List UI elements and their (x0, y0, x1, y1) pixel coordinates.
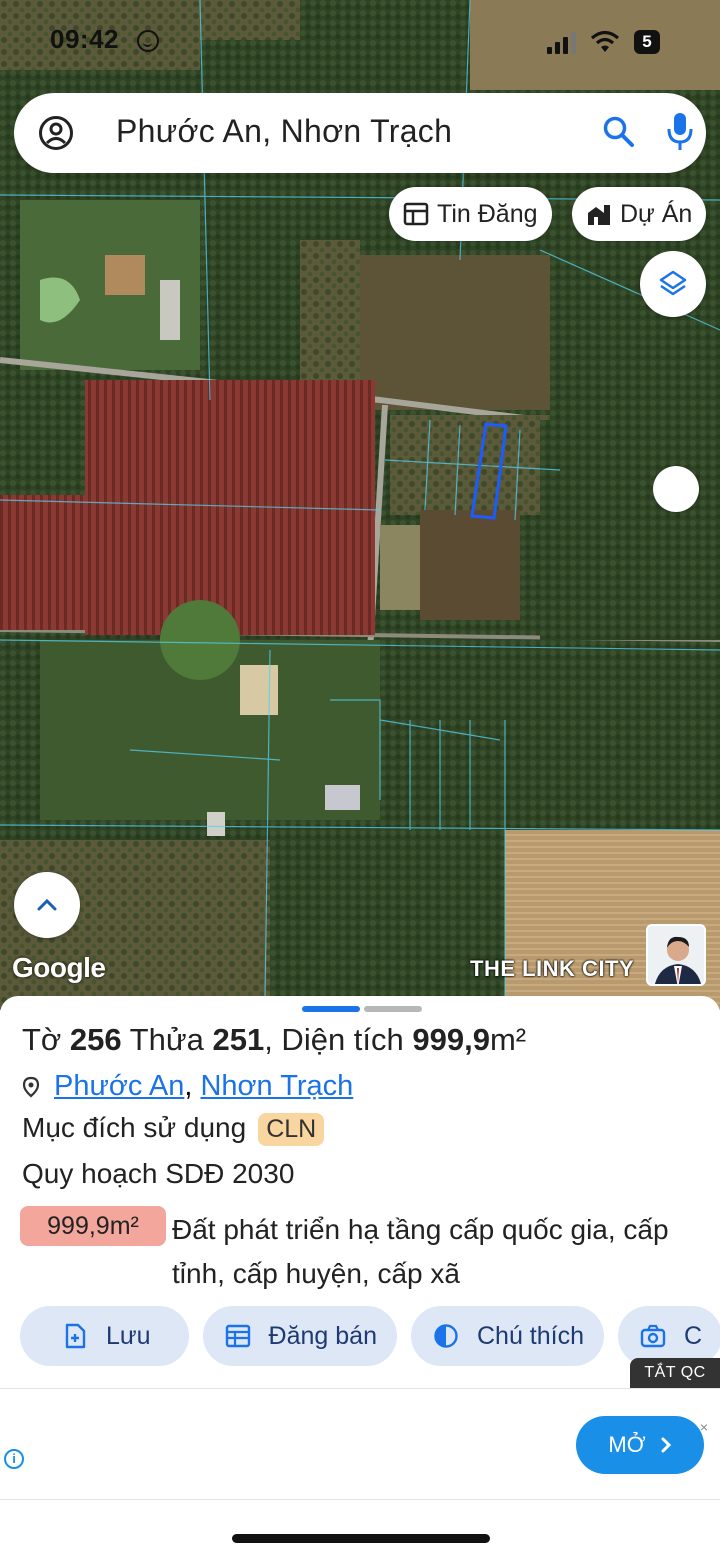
planning-label: Quy hoạch SDĐ 2030 (22, 1158, 295, 1189)
buildings-icon (588, 205, 610, 225)
search-query[interactable]: Phước An, Nhơn Trạch (116, 113, 452, 150)
page-indicator-active (302, 1006, 360, 1012)
area-unit: m² (489, 1022, 527, 1057)
google-attribution: Google (12, 952, 106, 983)
camera-icon (640, 1324, 666, 1348)
contrast-icon (434, 1324, 458, 1348)
mic-icon[interactable] (666, 111, 694, 153)
listings-chip-label: Tin Đăng (437, 199, 538, 228)
ad-info-icon[interactable]: i (4, 1449, 24, 1469)
map-toggle-button[interactable] (653, 466, 699, 512)
search-icon[interactable] (602, 115, 636, 149)
agent-portrait-icon (648, 926, 704, 984)
legend-button[interactable]: Chú thích (410, 1306, 604, 1366)
planning-area-badge: 999,9m² (20, 1206, 166, 1246)
lot-label: Thửa (121, 1022, 213, 1057)
lot-number: 251 (212, 1022, 265, 1057)
agent-avatar[interactable] (646, 924, 706, 986)
calendar-table-icon (225, 1324, 250, 1348)
parcel-location: Phước An, Nhơn Trạch (22, 1070, 353, 1103)
ad-close-icon[interactable]: × (700, 1419, 708, 1435)
sheet-number: 256 (69, 1022, 122, 1057)
action-row[interactable]: Lưu Đăng bán Chú thích C (20, 1306, 720, 1368)
ad-open-button[interactable]: MỞ (576, 1416, 704, 1474)
layers-button[interactable] (640, 251, 706, 317)
planning-description: Đất phát triển hạ tầng cấp quốc gia, cấp… (172, 1214, 669, 1289)
battery-icon: 5 (634, 30, 660, 54)
post-sale-button[interactable]: Đăng bán (202, 1306, 397, 1366)
post-sale-label: Đăng bán (268, 1321, 377, 1350)
signal-icon (547, 32, 576, 54)
ad-open-label: MỞ (608, 1432, 646, 1457)
ad-banner[interactable]: i MỞ × (0, 1388, 720, 1500)
status-icons: 5 (547, 28, 660, 54)
page-indicator (364, 1006, 422, 1012)
ward-link[interactable]: Phước An (54, 1070, 184, 1102)
satellite-map[interactable]: 09:42 5 Phước An, Nhơn Trạch Tin Đăng Dự… (0, 0, 720, 1010)
photo-button[interactable]: C (618, 1306, 720, 1366)
location-separator: , (184, 1070, 201, 1102)
hide-ads-button[interactable]: TẮT QC (630, 1358, 720, 1388)
title-prefix: Tờ (22, 1022, 70, 1057)
add-file-icon (65, 1323, 86, 1349)
usage-row: Mục đích sử dụng CLN (22, 1112, 325, 1146)
status-bar: 09:42 5 (0, 24, 720, 60)
area-value: 999,9 (412, 1022, 490, 1057)
wifi-icon (590, 30, 620, 52)
status-time: 09:42 (50, 24, 119, 54)
face-icon (137, 30, 159, 52)
layers-icon (659, 270, 687, 296)
usage-badge: CLN (258, 1113, 325, 1146)
usage-label: Mục đích sử dụng (22, 1112, 247, 1143)
chevron-up-icon (37, 898, 57, 911)
district-link[interactable]: Nhơn Trạch (200, 1070, 353, 1102)
search-bar[interactable]: Phước An, Nhơn Trạch (14, 93, 706, 173)
sheet-handle[interactable] (302, 1006, 422, 1012)
brand-watermark: THE LINK CITY (470, 956, 635, 981)
chevron-right-icon (661, 1437, 671, 1453)
projects-chip[interactable]: Dự Án (572, 187, 707, 241)
expand-sheet-button[interactable] (14, 872, 80, 938)
parcel-title: Tờ 256 Thửa 251, Diện tích 999,9m² (22, 1022, 526, 1058)
location-pin-icon (22, 1076, 40, 1097)
parcel-info-sheet[interactable]: Tờ 256 Thửa 251, Diện tích 999,9m² Phước… (0, 996, 720, 1388)
home-indicator[interactable] (232, 1534, 490, 1543)
account-icon[interactable] (38, 115, 74, 151)
area-label: , Diện tích (264, 1022, 413, 1057)
photo-label: C (684, 1321, 703, 1350)
listings-chip[interactable]: Tin Đăng (389, 187, 552, 241)
table-icon (403, 202, 429, 226)
projects-chip-label: Dự Án (620, 199, 693, 228)
legend-label: Chú thích (476, 1321, 584, 1350)
save-button[interactable]: Lưu (20, 1306, 189, 1366)
save-label: Lưu (106, 1321, 151, 1350)
